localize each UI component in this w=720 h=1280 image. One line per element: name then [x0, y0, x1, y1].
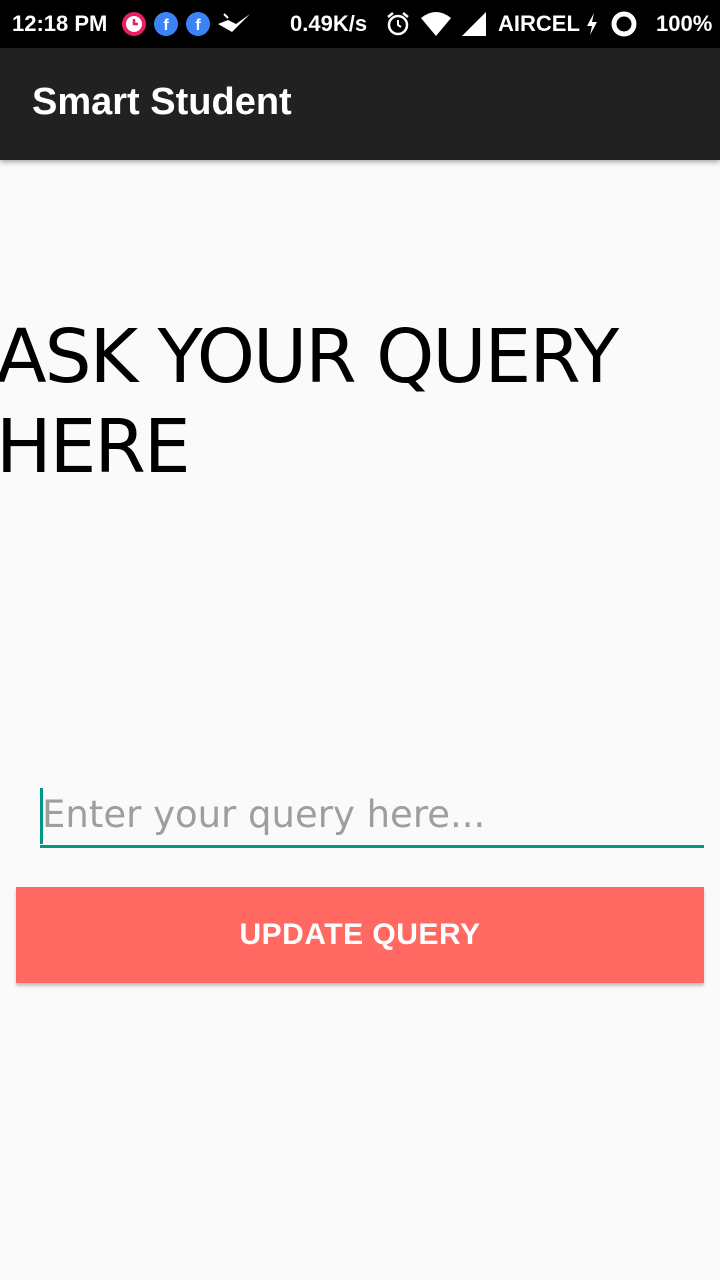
app-title: Smart Student	[32, 81, 292, 123]
app-bar: Smart Student	[0, 48, 720, 160]
carrier-name: AIRCEL	[498, 11, 580, 36]
facebook-icon: f	[154, 12, 178, 36]
battery-percent: 100%	[656, 11, 713, 36]
svg-text:f: f	[195, 17, 201, 34]
status-bar: 12:18 PM f f 0.49K/s AIRCEL 100%	[0, 0, 720, 48]
flight-icon	[218, 13, 250, 32]
signal-icon	[462, 12, 486, 36]
alarm-icon	[387, 12, 409, 36]
update-query-button[interactable]: UPDATE QUERY	[16, 887, 704, 983]
battery-icon	[611, 11, 637, 37]
text-cursor	[40, 788, 43, 844]
charging-icon	[587, 13, 597, 35]
query-input[interactable]	[40, 784, 704, 848]
status-time: 12:18 PM	[12, 11, 108, 36]
page-heading: ASK YOUR QUERY HERE	[0, 314, 619, 490]
wifi-icon	[421, 12, 451, 36]
svg-text:f: f	[163, 17, 169, 34]
network-speed: 0.49K/s	[290, 11, 368, 36]
facebook-icon: f	[186, 12, 210, 36]
clock-app-icon	[122, 12, 146, 36]
